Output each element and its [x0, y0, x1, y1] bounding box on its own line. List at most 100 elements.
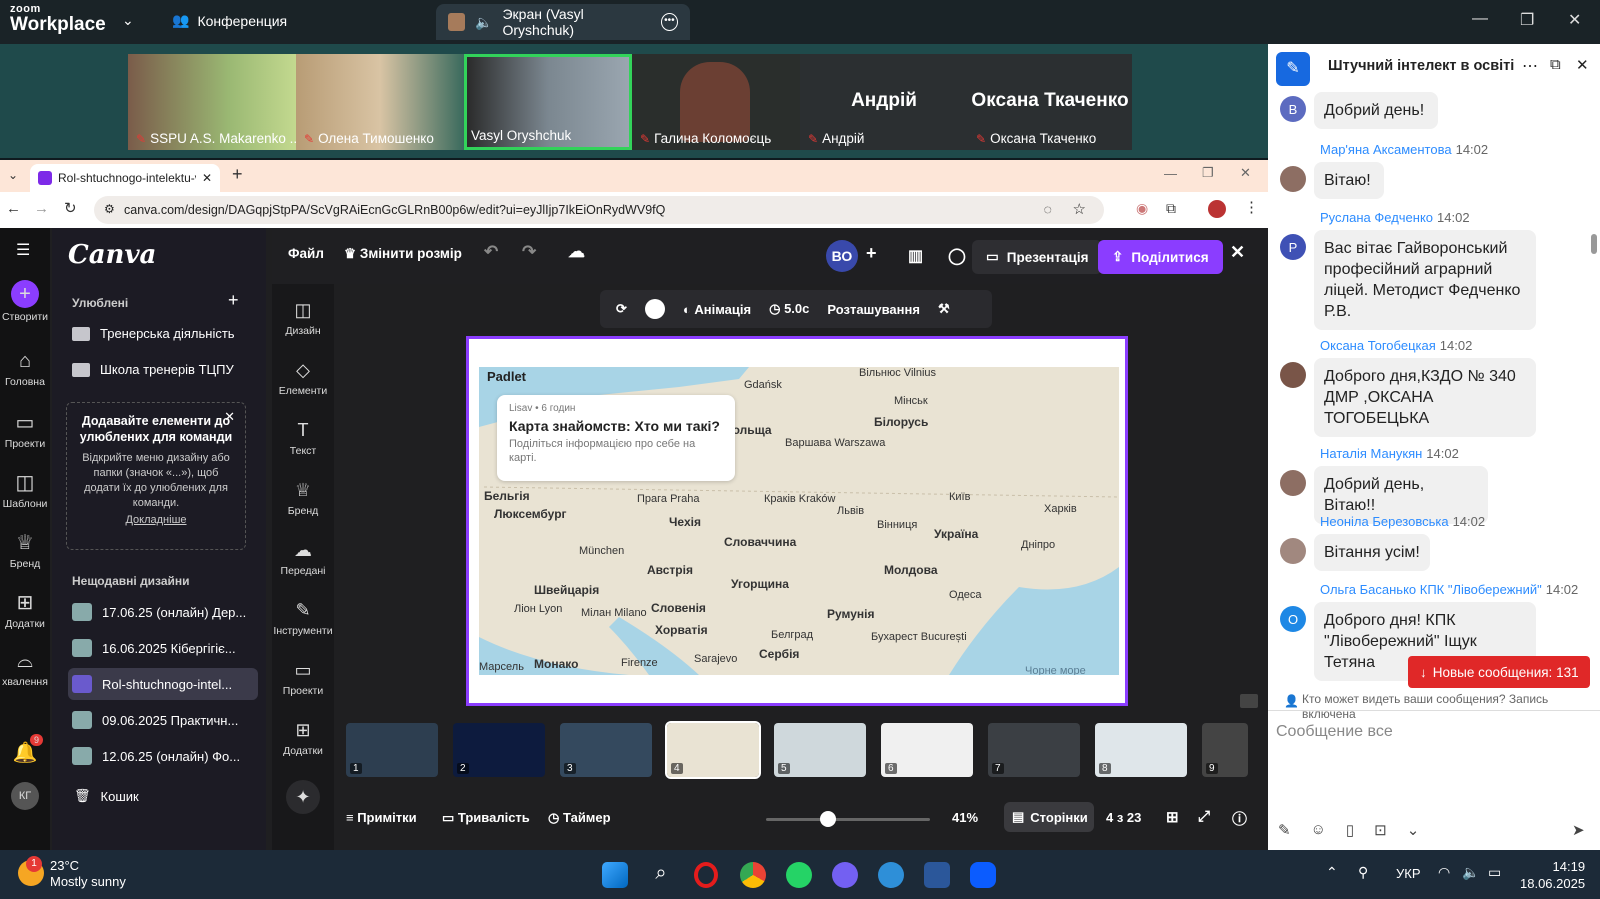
close-icon[interactable]: ✕	[1576, 56, 1589, 74]
pages-button[interactable]: ▤ Сторінки	[1004, 802, 1094, 832]
close-icon[interactable]: ✕	[224, 409, 235, 425]
slide-canvas[interactable]: Польща Білорусь Бельгія Люксембург Чехія Слов…	[466, 336, 1128, 706]
star-icon[interactable]: ☆	[1073, 200, 1086, 218]
insights-icon[interactable]: ▥	[908, 246, 923, 266]
extension-icon[interactable]: ◉	[1136, 200, 1148, 217]
comment-icon[interactable]: ◯	[948, 246, 966, 266]
puzzle-icon[interactable]: ⧉	[1166, 200, 1176, 217]
profile-avatar[interactable]	[1208, 200, 1226, 218]
duration-button[interactable]: ▭ Тривалість	[442, 810, 530, 826]
learn-more-link[interactable]: Докладніше	[79, 513, 233, 528]
chevron-down-icon[interactable]: ⌄	[122, 12, 134, 29]
video-tile[interactable]: ✎ Олена Тимошенко	[296, 54, 464, 150]
video-tile[interactable]: ✎ Галина Коломоєць	[632, 54, 800, 150]
site-info-icon[interactable]: ⚙	[104, 202, 115, 216]
close-icon[interactable]: ✕	[1568, 10, 1581, 30]
replace-icon[interactable]: ⟳	[616, 301, 627, 317]
message-sender[interactable]: Ольга Басанько КПК "Лівобережний" 14:02	[1320, 582, 1578, 597]
video-tile[interactable]: Оксана Ткаченко ✎ Оксана Ткаченко	[968, 54, 1132, 150]
viber-icon[interactable]	[832, 862, 858, 888]
tab-list-icon[interactable]: ⌄	[8, 168, 18, 182]
folder-item[interactable]: Школа тренерів ТЦПУ	[72, 362, 234, 377]
tool-apps[interactable]: ⊞ Додатки	[272, 720, 334, 757]
chat-scrollbar[interactable]	[1591, 234, 1597, 254]
nav-approvals[interactable]: ⌓ хвалення	[0, 650, 50, 688]
compose-icon[interactable]: ✎	[1276, 52, 1310, 86]
tab-meeting[interactable]: 👥 Конференция	[172, 12, 287, 29]
duration-button[interactable]: ◷ 5.0с	[769, 301, 809, 317]
close-icon[interactable]: ✕	[1230, 242, 1245, 263]
avatar[interactable]: О	[1280, 606, 1306, 632]
chevron-up-icon[interactable]: ⌃	[1326, 864, 1338, 881]
cloud-save-icon[interactable]: ☁	[568, 242, 585, 262]
message-bubble[interactable]: Доброго дня,КЗДО № 340 ДМР ,ОКСАНА ТОГОБ…	[1314, 358, 1536, 437]
message-sender[interactable]: Мар'яна Аксаментова 14:02	[1320, 142, 1488, 157]
zoom-level[interactable]: 41%	[952, 810, 978, 825]
recent-design[interactable]: 17.06.25 (онлайн) Дер...	[68, 596, 258, 628]
forward-icon[interactable]: →	[34, 200, 49, 217]
timer-button[interactable]: ◷ Таймер	[548, 810, 611, 826]
more-icon[interactable]: •••	[660, 13, 679, 31]
recent-design[interactable]: 09.06.2025 Практичн...	[68, 704, 258, 736]
message-input[interactable]: Сообщение все	[1276, 723, 1393, 741]
notes-button[interactable]: ≡ Примітки	[346, 810, 417, 825]
whatsapp-icon[interactable]	[786, 862, 812, 888]
grid-view-icon[interactable]: ⊞	[1166, 808, 1179, 826]
menu-kebab-icon[interactable]: ⋮	[1244, 198, 1259, 216]
volume-icon[interactable]: 🔈	[1462, 864, 1479, 881]
message-bubble[interactable]: Вітання усім!	[1314, 534, 1430, 571]
search-icon[interactable]: ⌕	[648, 862, 674, 888]
redo-icon[interactable]: ↷	[522, 242, 536, 262]
page-thumbnail[interactable]: 3	[560, 723, 652, 777]
user-avatar[interactable]: ВО	[826, 240, 858, 272]
nav-templates[interactable]: ◫ Шаблони	[0, 470, 50, 510]
tool-elements[interactable]: ◇ Елементи	[272, 360, 334, 397]
tool-design[interactable]: ◫ Дизайн	[272, 300, 334, 337]
present-button[interactable]: ▭ Презентація	[972, 240, 1103, 274]
back-icon[interactable]: ←	[6, 200, 21, 217]
recent-design-active[interactable]: Rol-shtuchnogo-intel...	[68, 668, 258, 700]
undo-icon[interactable]: ↶	[484, 242, 498, 262]
page-thumbnail[interactable]: 9	[1202, 723, 1248, 777]
resize-button[interactable]: ♛ Змінити розмір	[344, 246, 462, 262]
browser-tab[interactable]: Rol-shtuchnogo-intelektu-v-su ✕	[30, 164, 220, 192]
send-icon[interactable]: ➤	[1572, 821, 1585, 839]
location-icon[interactable]: ⚲	[1358, 864, 1368, 881]
fullscreen-icon[interactable]: ⤢	[1198, 808, 1210, 825]
zoom-icon[interactable]	[970, 862, 996, 888]
emoji-icon[interactable]: ☺	[1311, 821, 1326, 839]
url-input[interactable]: ⚙ canva.com/design/DAGqpjStpPA/ScVgRAiEc…	[94, 196, 1104, 224]
page-thumbnail[interactable]: 8	[1095, 723, 1187, 777]
add-favorite-icon[interactable]: +	[228, 290, 239, 311]
file-icon[interactable]: ▯	[1346, 821, 1354, 839]
nav-projects[interactable]: ▭ Проекти	[0, 410, 50, 450]
popout-icon[interactable]: ⧉	[1550, 56, 1561, 73]
trash-item[interactable]: 🗑 Кошик	[74, 788, 139, 804]
tool-projects[interactable]: ▭ Проекти	[272, 660, 334, 697]
message-bubble[interactable]: Добрий день!	[1314, 92, 1438, 129]
reload-icon[interactable]: ↻	[64, 199, 77, 217]
paint-roller-icon[interactable]: ⚒	[938, 301, 950, 317]
avatar[interactable]	[1280, 362, 1306, 388]
share-button[interactable]: ⇪ Поділитися	[1098, 240, 1223, 274]
close-tab-icon[interactable]: ✕	[202, 171, 212, 185]
chevron-down-icon[interactable]: ⌄	[1407, 821, 1420, 839]
edge-icon[interactable]	[878, 862, 904, 888]
nav-home[interactable]: ⌂ Головна	[0, 350, 50, 388]
page-thumbnail[interactable]: 4	[665, 721, 761, 779]
close-icon[interactable]: ✕	[1240, 165, 1251, 181]
eye-off-icon[interactable]: ◌	[1044, 201, 1052, 217]
wifi-icon[interactable]: ◠	[1438, 864, 1450, 881]
video-tile[interactable]: ✎ SSPU A.S. Makarenko ...	[128, 54, 296, 150]
minimize-icon[interactable]: —	[1472, 10, 1488, 28]
tool-draw[interactable]: ✎ Інструменти	[272, 600, 334, 637]
page-thumbnail[interactable]: 7	[988, 723, 1080, 777]
page-thumbnail[interactable]: 2	[453, 723, 545, 777]
opera-icon[interactable]	[694, 862, 718, 888]
maximize-icon[interactable]: ❐	[1520, 10, 1534, 30]
recent-design[interactable]: 12.06.25 (онлайн) Фо...	[68, 740, 258, 772]
screenshot-icon[interactable]: ⊡	[1374, 821, 1387, 839]
chrome-icon[interactable]	[740, 862, 766, 888]
new-tab-icon[interactable]: +	[232, 164, 243, 185]
color-swatch[interactable]	[644, 299, 665, 319]
